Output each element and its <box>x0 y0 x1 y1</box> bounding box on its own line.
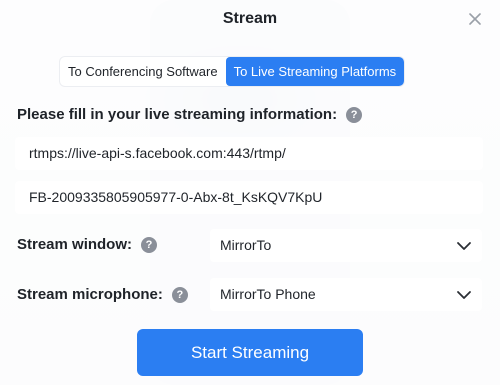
instructions-heading: Please fill in your live streaming infor… <box>17 106 363 123</box>
server-url-field[interactable] <box>15 137 483 170</box>
chevron-down-icon <box>457 242 471 250</box>
help-icon[interactable]: ? <box>346 106 363 123</box>
tab-live-streaming-platforms[interactable]: To Live Streaming Platforms <box>225 57 405 86</box>
stream-microphone-select[interactable]: MirrorTo Phone <box>210 278 482 311</box>
stream-window-label: Stream window: <box>17 236 133 253</box>
stream-microphone-label-row: Stream microphone: ? <box>17 286 188 303</box>
stream-microphone-label: Stream microphone: <box>17 286 163 303</box>
mode-tabs: To Conferencing Software To Live Streami… <box>60 57 405 86</box>
stream-key-field[interactable] <box>15 181 483 214</box>
stream-window-label-row: Stream window: ? <box>17 236 158 253</box>
tab-conferencing-software[interactable]: To Conferencing Software <box>60 57 226 86</box>
chevron-down-icon <box>457 291 471 299</box>
dialog-title: Stream <box>222 10 278 27</box>
stream-dialog: Stream To Conferencing Software To Live … <box>0 0 500 385</box>
instructions-text: Please fill in your live streaming infor… <box>17 106 338 123</box>
help-icon[interactable]: ? <box>141 236 158 253</box>
close-icon[interactable] <box>464 8 486 30</box>
start-streaming-button[interactable]: Start Streaming <box>137 329 363 376</box>
help-icon[interactable]: ? <box>171 286 188 303</box>
stream-microphone-value: MirrorTo Phone <box>220 286 316 302</box>
stream-window-select[interactable]: MirrorTo <box>210 229 482 262</box>
stream-window-value: MirrorTo <box>220 237 272 253</box>
